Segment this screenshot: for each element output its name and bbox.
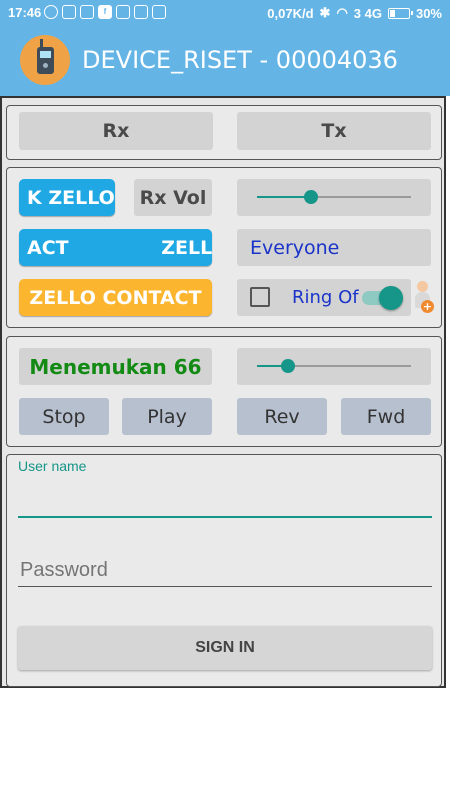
- zello-contact-marquee-2[interactable]: ACT ZELLO W: [19, 229, 212, 266]
- app-bar: DEVICE_RISET - 00004036: [0, 26, 450, 96]
- messenger-icon: [80, 5, 94, 19]
- username-field[interactable]: [18, 480, 434, 516]
- rev-button[interactable]: Rev: [237, 398, 327, 435]
- username-underline: [18, 516, 432, 518]
- status-right: 0,07K/d ✱ ◠ 3 4G 30%: [267, 5, 442, 21]
- bluetooth-icon: ✱: [319, 5, 331, 20]
- facebook-icon: f: [98, 5, 112, 19]
- ring-off-row: Ring Of: [237, 279, 411, 316]
- zello-marquee-text-1: K ZELLO CONTACT: [27, 186, 115, 209]
- battery-percent: 30%: [415, 5, 442, 21]
- ring-off-label: Ring Of: [292, 287, 359, 308]
- app-title: DEVICE_RISET - 00004036: [82, 46, 398, 74]
- ring-checkbox[interactable]: [250, 287, 270, 307]
- player-status: Menemukan 66: [19, 348, 212, 385]
- player-thumb[interactable]: [280, 359, 295, 373]
- network-speed: 0,07K/d: [267, 5, 314, 21]
- player-position-slider[interactable]: [237, 348, 431, 385]
- ring-toggle-thumb[interactable]: [379, 286, 403, 310]
- everyone-channel[interactable]: Everyone: [237, 229, 431, 266]
- password-underline: [18, 586, 432, 587]
- rx-vol-fill: [257, 196, 311, 198]
- signal-text: 3 4G: [353, 5, 382, 21]
- email-icon: [116, 5, 130, 19]
- walkie-talkie-icon: [20, 35, 70, 85]
- rx-vol-label: Rx Vol: [134, 179, 212, 216]
- username-label: User name: [18, 458, 87, 474]
- tx-button[interactable]: Tx: [237, 112, 431, 150]
- zello-marquee-text-2: ACT ZELLO W: [27, 236, 212, 259]
- zello-contact-button[interactable]: ZELLO CONTACT: [19, 279, 212, 316]
- whatsapp-icon: [44, 5, 58, 19]
- add-contact-icon[interactable]: +: [413, 280, 434, 316]
- password-field[interactable]: [18, 553, 434, 587]
- play-button[interactable]: Play: [122, 398, 212, 435]
- battery-icon: [387, 7, 413, 19]
- rx-button[interactable]: Rx: [19, 112, 213, 150]
- android-icon: [152, 5, 166, 19]
- wifi-icon: ◠: [336, 5, 348, 20]
- stop-button[interactable]: Stop: [19, 398, 109, 435]
- fwd-button[interactable]: Fwd: [341, 398, 431, 435]
- rx-vol-thumb[interactable]: [303, 190, 318, 204]
- status-time: 17:46: [8, 5, 42, 20]
- zello-contact-marquee-1[interactable]: K ZELLO CONTACT: [19, 179, 115, 216]
- messenger-icon: [134, 5, 148, 19]
- phone-icon: [62, 5, 76, 19]
- status-bar: 17:46 f 0,07K/d ✱ ◠ 3 4G 30%: [0, 0, 450, 26]
- notification-icons: f: [44, 5, 166, 21]
- rx-vol-slider[interactable]: [237, 179, 431, 216]
- sign-in-button[interactable]: SIGN IN: [18, 626, 432, 670]
